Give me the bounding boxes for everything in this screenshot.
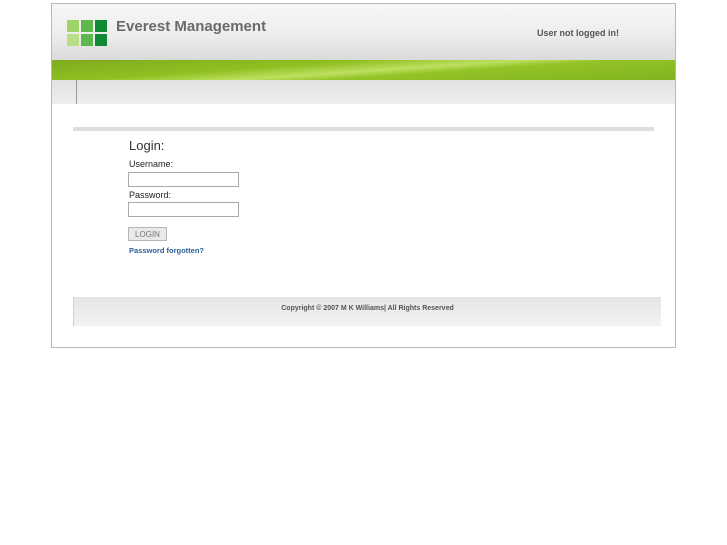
logo-square-icon <box>95 20 107 32</box>
logo-square-icon <box>81 20 93 32</box>
login-heading: Login: <box>129 138 165 153</box>
login-button[interactable]: LOGIN <box>128 227 167 241</box>
password-input[interactable] <box>128 202 239 217</box>
password-forgotten-link[interactable]: Password forgotten? <box>129 246 204 255</box>
header-accent-band <box>52 60 675 80</box>
logo <box>67 20 107 46</box>
logo-square-icon <box>95 34 107 46</box>
copyright-text: Copyright © 2007 M K Williams| All Right… <box>281 305 454 312</box>
username-input[interactable] <box>128 172 239 187</box>
login-status-text: User not logged in! <box>537 28 619 38</box>
logo-square-icon <box>81 34 93 46</box>
footer: Copyright © 2007 M K Williams| All Right… <box>73 297 661 326</box>
navigation-bar <box>52 80 675 104</box>
page-frame: Everest Management User not logged in! L… <box>51 3 676 348</box>
logo-square-icon <box>67 20 79 32</box>
site-title: Everest Management <box>116 18 267 35</box>
username-label: Username: <box>129 159 174 169</box>
content-divider <box>73 127 654 131</box>
password-label: Password: <box>129 190 172 200</box>
logo-square-icon <box>67 34 79 46</box>
site-header: Everest Management User not logged in! <box>52 4 675 60</box>
nav-divider <box>76 80 77 104</box>
